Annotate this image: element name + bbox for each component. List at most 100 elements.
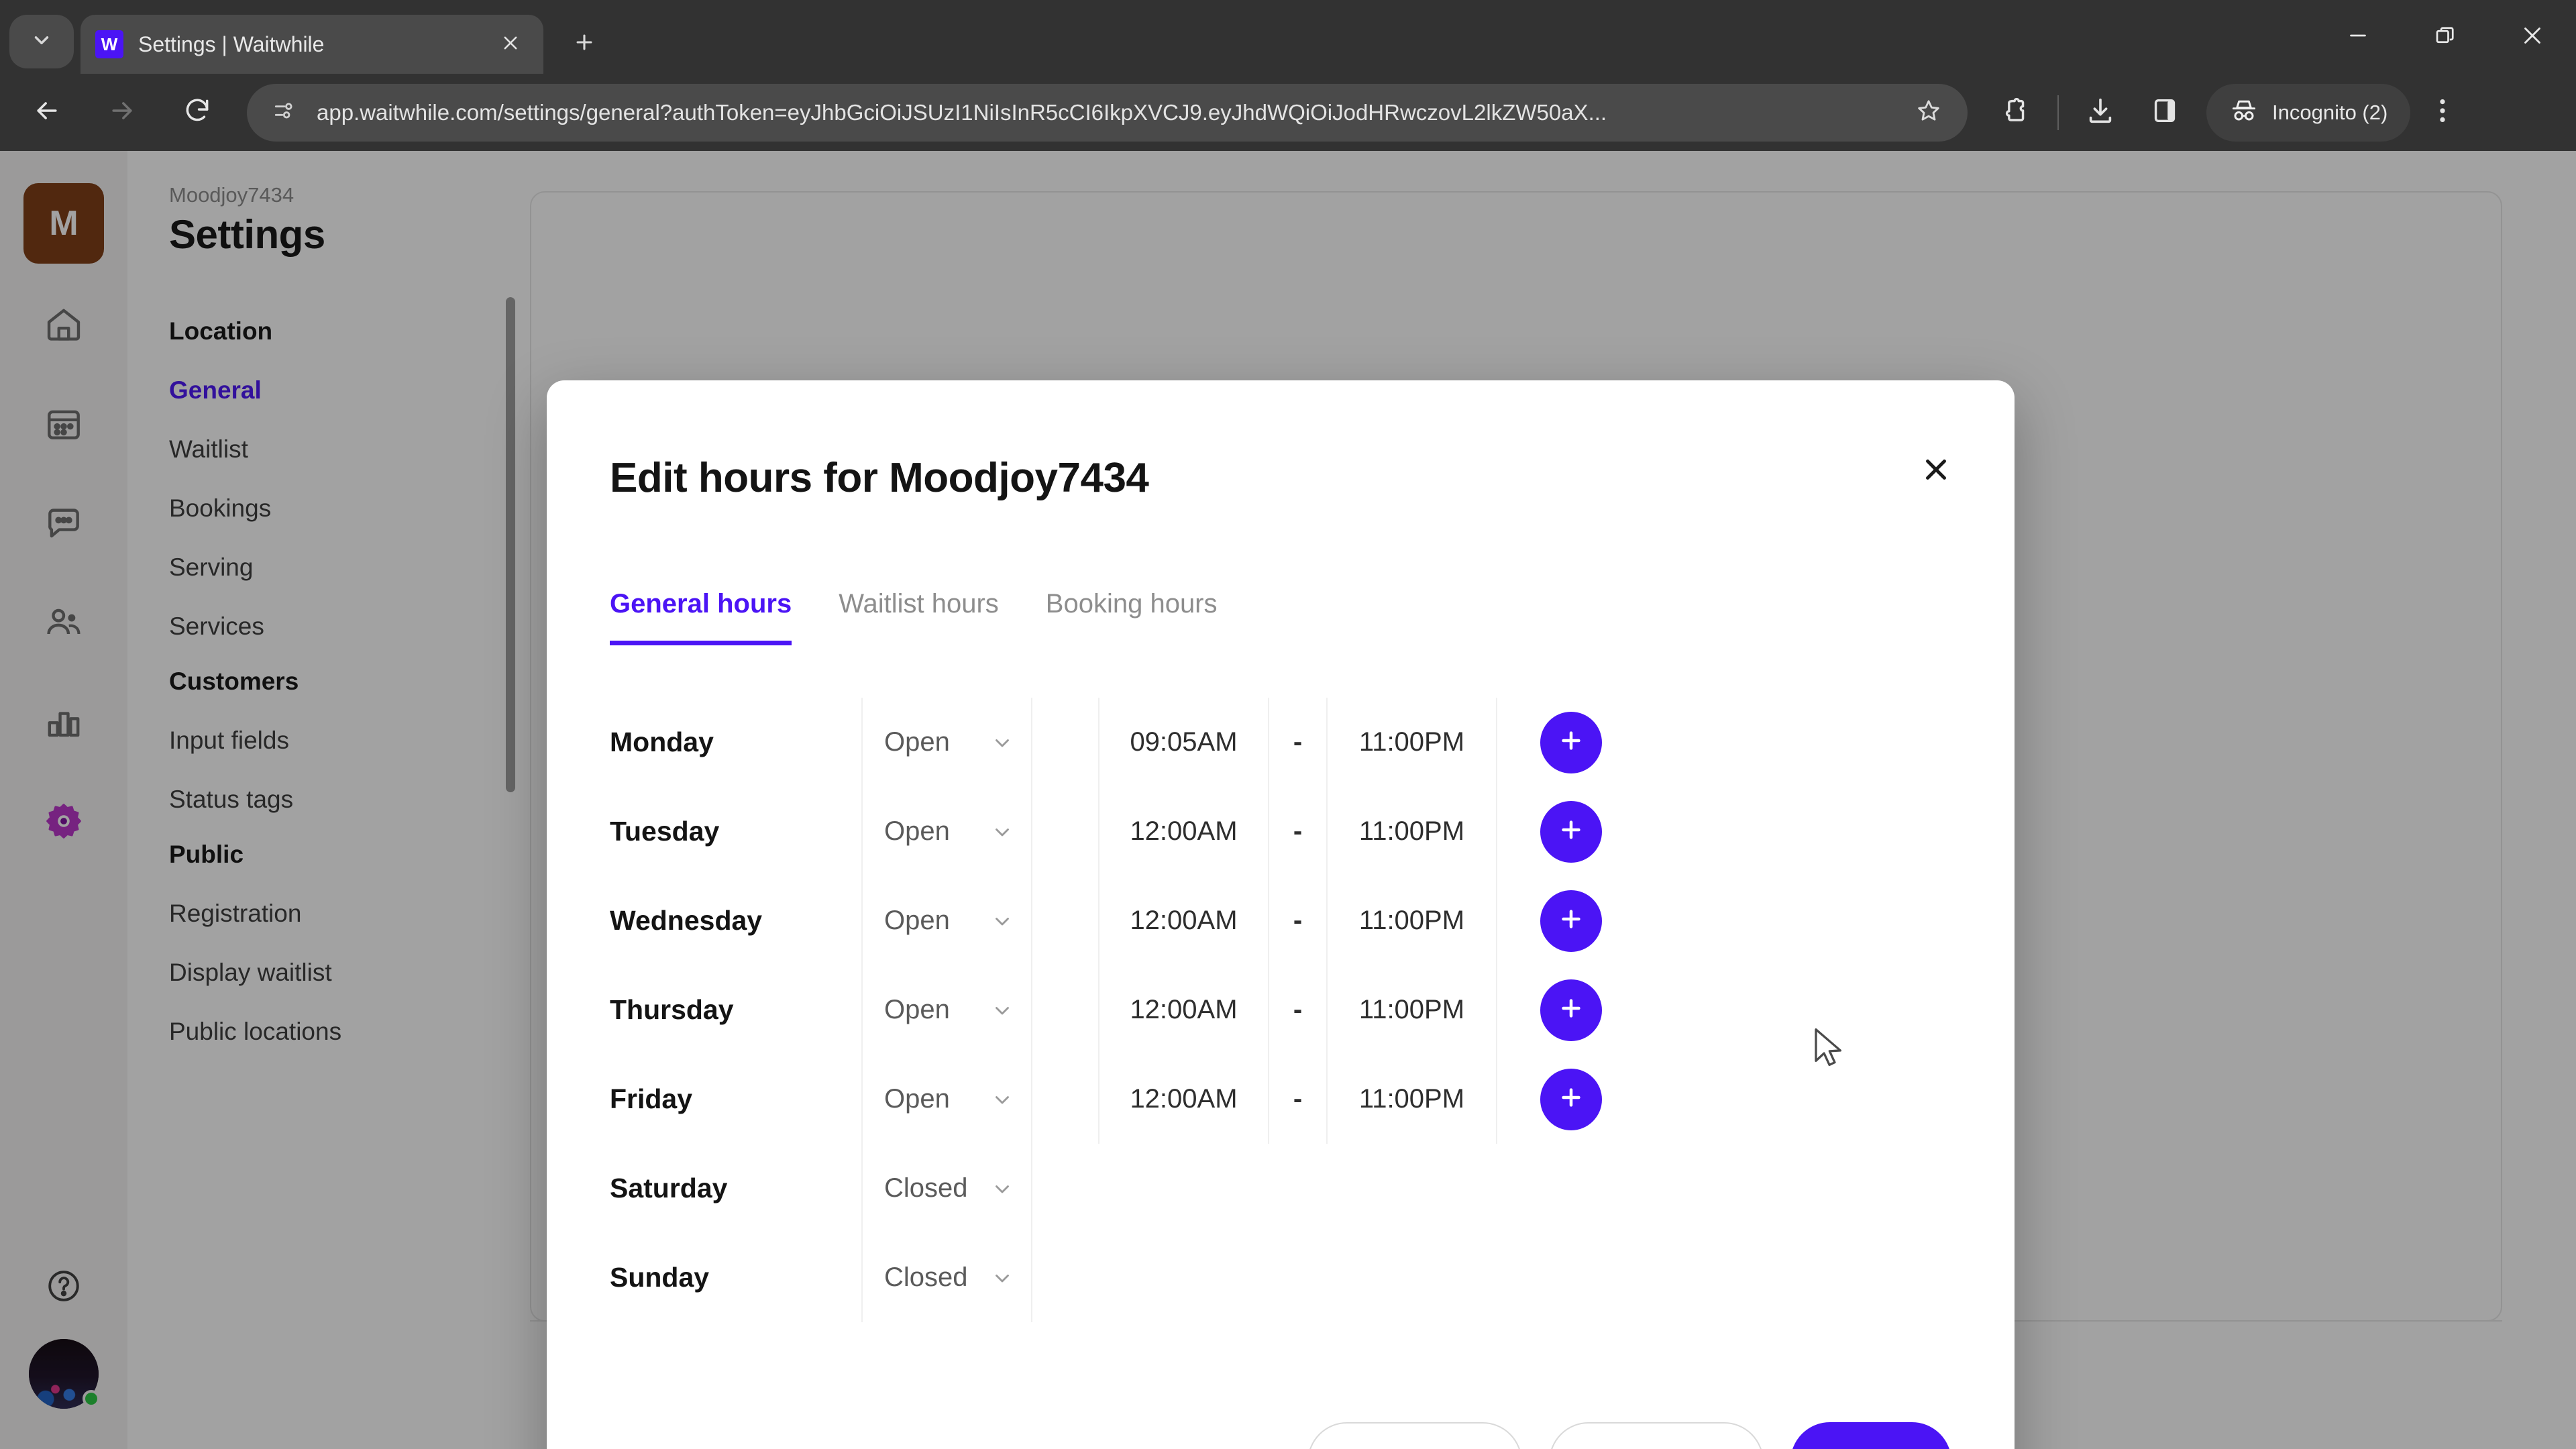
close-time-field-monday[interactable]: 11:00PM xyxy=(1326,698,1497,787)
status-dropdown-tuesday[interactable]: Open xyxy=(861,787,1032,876)
close-time-value: 11:00PM xyxy=(1358,995,1465,1024)
close-icon xyxy=(501,34,520,56)
modal-title: Edit hours for Moodjoy7434 xyxy=(610,455,1149,501)
tab-general-hours[interactable]: General hours xyxy=(610,589,792,645)
plus-icon xyxy=(1557,816,1585,847)
modal-header: Edit hours for Moodjoy7434 xyxy=(547,380,2015,502)
status-dropdown-monday[interactable]: Open xyxy=(861,698,1032,787)
day-label: Monday xyxy=(610,727,714,757)
open-time-field-friday[interactable]: 12:00AM xyxy=(1098,1055,1269,1144)
table-row: Tuesday Open 12:00AM - 11:00PM xyxy=(610,787,2015,876)
day-label: Tuesday xyxy=(610,816,720,847)
add-interval-button-tuesday[interactable] xyxy=(1540,800,1602,863)
add-interval-button-monday[interactable] xyxy=(1540,711,1602,773)
add-interval-button-wednesday[interactable] xyxy=(1540,890,1602,952)
status-dropdown-wednesday[interactable]: Open xyxy=(861,876,1032,965)
url-text[interactable]: app.waitwhile.com/settings/general?authT… xyxy=(317,100,1910,125)
extensions-puzzle-icon xyxy=(2000,95,2031,129)
browser-tab[interactable]: W Settings | Waitwhile xyxy=(80,15,543,74)
status-value: Closed xyxy=(884,1263,968,1292)
time-range-dash: - xyxy=(1293,1084,1303,1114)
status-dropdown-thursday[interactable]: Open xyxy=(861,965,1032,1055)
forward-arrow-icon xyxy=(107,96,137,129)
clear-all-button[interactable]: Clear all xyxy=(1307,1422,1522,1449)
modal-close-button[interactable] xyxy=(1907,442,1965,500)
close-time-value: 11:00PM xyxy=(1358,727,1465,757)
tab-waitlist-hours[interactable]: Waitlist hours xyxy=(839,589,999,645)
close-time-value: 11:00PM xyxy=(1358,816,1465,846)
plus-icon xyxy=(1557,994,1585,1026)
open-time-field-monday[interactable]: 09:05AM xyxy=(1098,698,1269,787)
open-time-field-thursday[interactable]: 12:00AM xyxy=(1098,965,1269,1055)
status-dropdown-saturday[interactable]: Closed xyxy=(861,1144,1032,1233)
chevron-down-icon xyxy=(991,999,1014,1022)
back-arrow-icon xyxy=(32,96,62,129)
close-time-field-thursday[interactable]: 11:00PM xyxy=(1326,965,1497,1055)
window-close-button[interactable] xyxy=(2489,0,2576,74)
page-viewport: M Moodjoy7434 Settings Location General … xyxy=(0,151,2576,1449)
reset-button[interactable]: Reset xyxy=(1549,1422,1764,1449)
save-button[interactable]: Save xyxy=(1790,1422,1951,1449)
table-row: Monday Open 09:05AM - 11:00PM xyxy=(610,698,2015,787)
browser-menu-button[interactable] xyxy=(2410,80,2475,145)
tab-strip: W Settings | Waitwhile xyxy=(0,0,2576,74)
side-panel-button[interactable] xyxy=(2133,80,2197,145)
day-label: Saturday xyxy=(610,1173,728,1203)
status-dropdown-sunday[interactable]: Closed xyxy=(861,1233,1032,1322)
chevron-down-icon xyxy=(991,820,1014,843)
tab-search-button[interactable] xyxy=(9,15,74,68)
add-interval-button-friday[interactable] xyxy=(1540,1068,1602,1130)
profile-button[interactable]: Incognito (2) xyxy=(2206,83,2411,142)
close-time-value: 11:00PM xyxy=(1358,1084,1465,1114)
toolbar-divider xyxy=(2057,95,2059,130)
chevron-down-icon xyxy=(991,910,1014,932)
chevron-down-icon xyxy=(991,1267,1014,1289)
status-value: Open xyxy=(884,995,950,1024)
extensions-button[interactable] xyxy=(1984,80,2048,145)
day-label: Wednesday xyxy=(610,905,763,936)
add-interval-button-thursday[interactable] xyxy=(1540,979,1602,1041)
back-button[interactable] xyxy=(13,79,80,146)
open-time-value: 12:00AM xyxy=(1130,906,1238,935)
day-label: Sunday xyxy=(610,1262,710,1293)
tab-booking-hours[interactable]: Booking hours xyxy=(1046,589,1218,645)
site-settings-button[interactable] xyxy=(267,95,302,130)
status-dropdown-friday[interactable]: Open xyxy=(861,1055,1032,1144)
window-restore-button[interactable] xyxy=(2402,0,2489,74)
edit-hours-modal: Edit hours for Moodjoy7434 General hours… xyxy=(547,380,2015,1449)
table-row: Sunday Closed xyxy=(610,1233,2015,1322)
window-controls xyxy=(2314,0,2576,74)
status-value: Open xyxy=(884,816,950,846)
address-bar[interactable]: app.waitwhile.com/settings/general?authT… xyxy=(247,83,1968,142)
window-minimize-button[interactable] xyxy=(2314,0,2402,74)
time-range-dash: - xyxy=(1293,727,1303,757)
open-time-value: 12:00AM xyxy=(1130,995,1238,1024)
table-row: Thursday Open 12:00AM - 11:00PM xyxy=(610,965,2015,1055)
open-time-value: 12:00AM xyxy=(1130,1084,1238,1114)
tab-close-button[interactable] xyxy=(492,26,529,62)
forward-button[interactable] xyxy=(89,79,156,146)
browser-window: W Settings | Waitwhile app.waitwhile.com… xyxy=(0,0,2576,1449)
time-range-dash: - xyxy=(1293,995,1303,1024)
chevron-down-icon xyxy=(991,1177,1014,1200)
status-value: Open xyxy=(884,906,950,935)
modal-footer: Clear all Reset Save xyxy=(547,1422,2015,1449)
side-panel-icon xyxy=(2149,95,2180,129)
close-time-field-tuesday[interactable]: 11:00PM xyxy=(1326,787,1497,876)
open-time-field-wednesday[interactable]: 12:00AM xyxy=(1098,876,1269,965)
bookmark-star-icon xyxy=(1915,97,1942,127)
hours-list: Monday Open 09:05AM - 11:00PM Tuesday Op… xyxy=(610,698,2015,1422)
bookmark-button[interactable] xyxy=(1910,94,1947,131)
chevron-down-icon xyxy=(30,29,53,55)
close-time-field-friday[interactable]: 11:00PM xyxy=(1326,1055,1497,1144)
downloads-button[interactable] xyxy=(2068,80,2133,145)
close-icon xyxy=(2520,23,2544,51)
chevron-down-icon xyxy=(991,1088,1014,1111)
new-tab-button[interactable] xyxy=(561,20,608,67)
close-time-field-wednesday[interactable]: 11:00PM xyxy=(1326,876,1497,965)
open-time-field-tuesday[interactable]: 12:00AM xyxy=(1098,787,1269,876)
reload-icon xyxy=(182,96,212,129)
open-time-value: 09:05AM xyxy=(1130,727,1238,757)
reload-button[interactable] xyxy=(164,79,231,146)
plus-icon xyxy=(573,31,596,57)
